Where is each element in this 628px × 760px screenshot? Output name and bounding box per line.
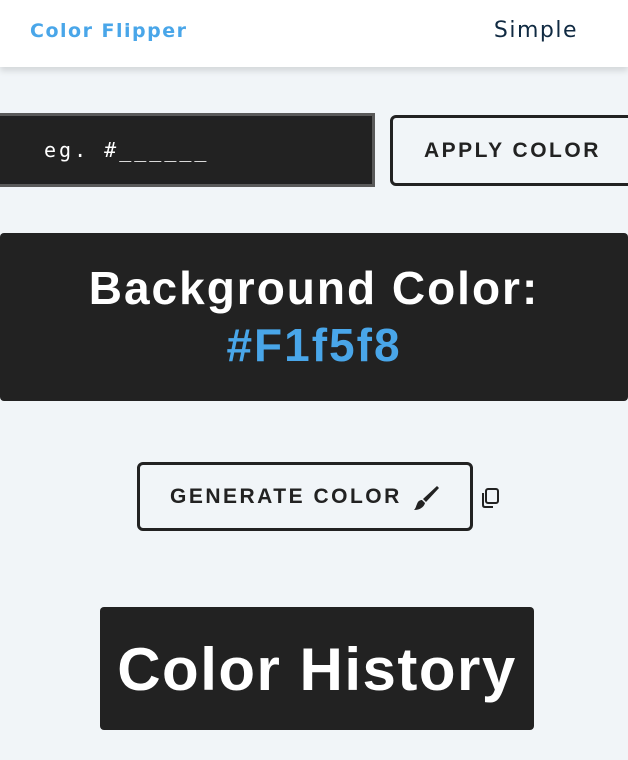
color-display-panel: Background Color: #F1f5f8 (0, 233, 628, 401)
generate-color-label: GENERATE COLOR (170, 484, 402, 508)
paintbrush-icon (414, 486, 439, 510)
copy-icon[interactable] (480, 487, 500, 509)
navbar: Color Flipper Simple (0, 0, 628, 67)
background-color-title: Background Color: (88, 262, 540, 314)
brand-logo[interactable]: Color Flipper (30, 20, 188, 42)
color-history-title: Color History (117, 636, 517, 703)
color-history-panel: Color History (100, 607, 534, 730)
background-color-value: #F1f5f8 (226, 319, 402, 371)
nav-link-simple[interactable]: Simple (494, 18, 578, 43)
generate-color-button[interactable]: GENERATE COLOR (137, 462, 473, 531)
apply-color-button[interactable]: APPLY COLOR (390, 115, 628, 186)
hex-color-input[interactable] (0, 113, 375, 187)
